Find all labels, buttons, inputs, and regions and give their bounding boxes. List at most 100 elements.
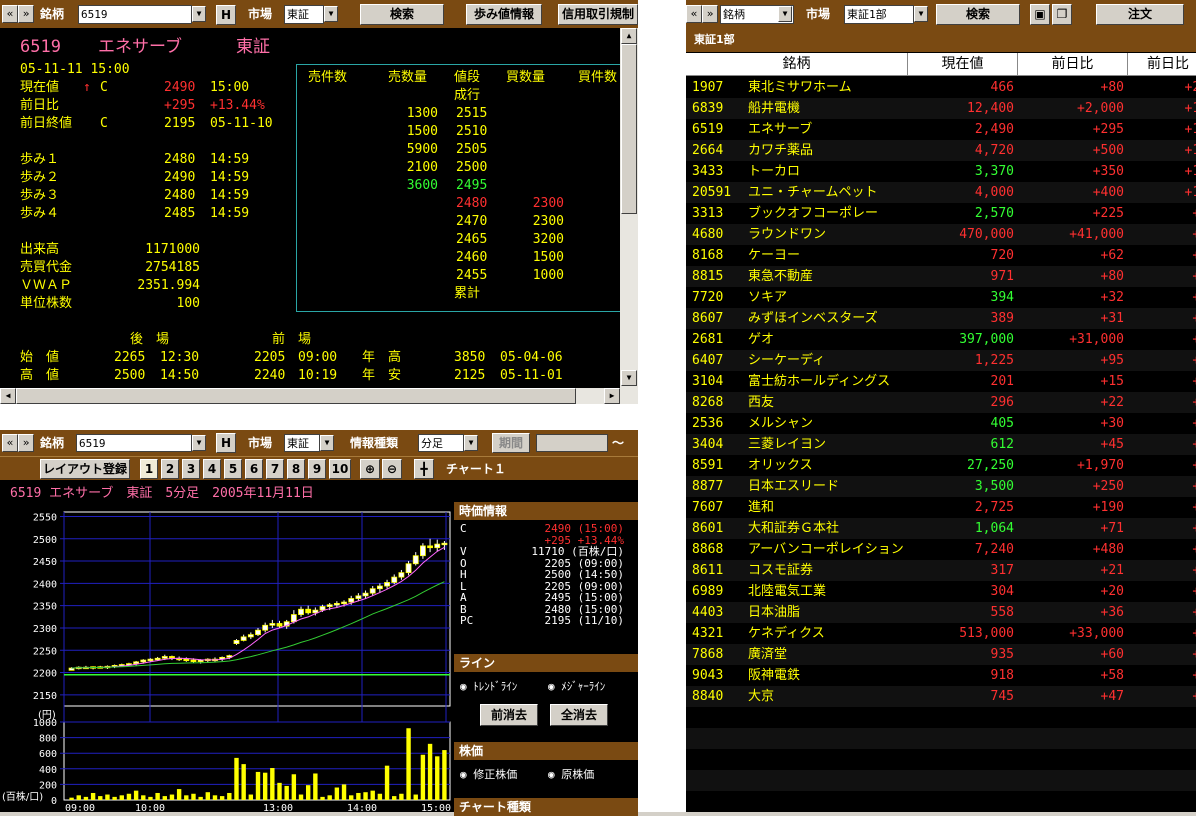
order-button[interactable]: 注文 <box>1096 4 1184 25</box>
zoom-in-icon[interactable]: ⊕ <box>360 459 380 479</box>
row-name: アーバンコーポレイション <box>748 542 904 557</box>
price-chart[interactable]: 255025002450240023502300225022002150(円)1… <box>0 506 454 812</box>
scroll-down-icon[interactable]: ▼ <box>621 370 637 386</box>
table-row[interactable]: 8815 東急不動産 971 +80 +8 <box>686 266 1196 287</box>
table-row[interactable]: 8268 西友 296 +22 +8 <box>686 392 1196 413</box>
save-icon[interactable]: ▣ <box>1030 4 1050 25</box>
table-row[interactable]: 8840 大京 745 +47 +6 <box>686 686 1196 707</box>
copy-icon[interactable]: ❐ <box>1052 4 1072 25</box>
table-row[interactable]: 7720 ソキア 394 +32 +8 <box>686 287 1196 308</box>
layout-page-1[interactable]: 1 <box>140 459 158 479</box>
layout-page-2[interactable]: 2 <box>161 459 179 479</box>
trend-line-radio[interactable]: ◉ ﾄﾚﾝﾄﾞﾗｲﾝ <box>460 678 517 696</box>
scroll-right-icon[interactable]: ▶ <box>604 388 620 404</box>
table-row[interactable]: 3104 富士紡ホールディングス 201 +15 +8 <box>686 371 1196 392</box>
prev-icon[interactable]: « <box>2 5 18 23</box>
table-row[interactable]: 6989 北陸電気工業 304 +20 +7 <box>686 581 1196 602</box>
code-input[interactable]: 6519 <box>78 5 192 24</box>
table-row[interactable]: 6839 船井電機 12,400 +2,000 +19 <box>686 98 1196 119</box>
high-label: 高 値 <box>20 368 60 383</box>
layout-page-5[interactable]: 5 <box>224 459 242 479</box>
ranking-search-button[interactable]: 検索 <box>936 4 1020 25</box>
search-button[interactable]: 検索 <box>360 4 444 25</box>
original-price-radio[interactable]: ◉ 原株価 <box>548 766 594 784</box>
code-dropdown-icon[interactable]: ▼ <box>192 6 206 22</box>
quote-hscrollbar[interactable]: ◀ ▶ <box>0 388 638 404</box>
scroll-left-icon[interactable]: ◀ <box>0 388 16 404</box>
volume-bar <box>399 793 404 800</box>
zoom-out-icon[interactable]: ⊖ <box>382 459 402 479</box>
layout-page-8[interactable]: 8 <box>287 459 305 479</box>
table-row[interactable]: 7607 進和 2,725 +190 +7 <box>686 497 1196 518</box>
table-row[interactable]: 4403 日本油脂 558 +36 +6 <box>686 602 1196 623</box>
next-icon[interactable]: » <box>18 434 34 452</box>
layout-page-7[interactable]: 7 <box>266 459 284 479</box>
chart-history-button[interactable]: H <box>216 433 236 453</box>
table-row[interactable]: 1907 東北ミサワホーム 466 +80 +20 <box>686 77 1196 98</box>
all-clear-button[interactable]: 全消去 <box>550 704 608 726</box>
col-header-price[interactable]: 現在値 <box>908 53 1018 76</box>
prev-clear-button[interactable]: 前消去 <box>480 704 538 726</box>
table-row[interactable]: 20591 ユニ・チャームペット 4,000 +400 +11 <box>686 182 1196 203</box>
chart-code-input[interactable]: 6519 <box>76 434 192 452</box>
price-info-value: 2495 (15:00) <box>544 591 624 604</box>
table-row[interactable]: 2664 カワチ薬品 4,720 +500 +11 <box>686 140 1196 161</box>
table-row[interactable]: 8877 日本エスリード 3,500 +250 +7 <box>686 476 1196 497</box>
period-input[interactable] <box>536 434 608 452</box>
col-header-change-pct[interactable]: 前日比 <box>1128 53 1196 76</box>
next-icon[interactable]: » <box>702 5 718 23</box>
table-row[interactable]: 8591 オリックス 27,250 +1,970 +7 <box>686 455 1196 476</box>
crosshair-icon[interactable]: ╋ <box>414 459 434 479</box>
table-row[interactable]: 8601 大和証券Ｇ本社 1,064 +71 +7 <box>686 518 1196 539</box>
layout-register-button[interactable]: レイアウト登録 <box>40 459 130 479</box>
col-header-change[interactable]: 前日比 <box>1018 53 1128 76</box>
table-row[interactable]: 8168 ケーヨー 720 +62 +9 <box>686 245 1196 266</box>
ranking-code-dropdown-icon[interactable]: ▼ <box>778 6 792 22</box>
adjusted-price-radio[interactable]: ◉ 修正株価 <box>460 766 517 784</box>
code-label: 銘柄 <box>40 7 65 21</box>
hscroll-thumb[interactable] <box>16 388 576 404</box>
prev-icon[interactable]: « <box>2 434 18 452</box>
chart-code-dropdown-icon[interactable]: ▼ <box>192 435 206 451</box>
table-row[interactable]: 9043 阪神電鉄 918 +58 +6 <box>686 665 1196 686</box>
market-dropdown-icon[interactable]: ▼ <box>324 6 338 22</box>
layout-page-10[interactable]: 10 <box>329 459 351 479</box>
table-row[interactable]: 3433 トーカロ 3,370 +350 +11 <box>686 161 1196 182</box>
table-row[interactable]: 8868 アーバンコーポレイション 7,240 +480 +7 <box>686 539 1196 560</box>
table-row[interactable]: 2536 メルシャン 405 +30 +8 <box>686 413 1196 434</box>
layout-page-4[interactable]: 4 <box>203 459 221 479</box>
table-row[interactable]: 4680 ラウンドワン 470,000 +41,000 +9 <box>686 224 1196 245</box>
info-type-dropdown-icon[interactable]: ▼ <box>464 435 478 451</box>
table-row[interactable]: 3313 ブックオフコーポレー 2,570 +225 +9 <box>686 203 1196 224</box>
chart-market-dropdown-icon[interactable]: ▼ <box>320 435 334 451</box>
ranking-market-dropdown-icon[interactable]: ▼ <box>914 6 928 22</box>
margin-regulation-button[interactable]: 信用取引規制 <box>558 4 638 25</box>
tick-info-button[interactable]: 歩み値情報 <box>466 4 542 25</box>
info-type-select[interactable]: 分足 <box>418 434 464 452</box>
layout-page-9[interactable]: 9 <box>308 459 326 479</box>
row-change-pct: +9 <box>1128 245 1196 266</box>
prev-icon[interactable]: « <box>686 5 702 23</box>
major-line-radio[interactable]: ◉ ﾒｼﾞｬｰﾗｲﾝ <box>548 678 605 696</box>
table-row[interactable]: 7868 廣済堂 935 +60 +6 <box>686 644 1196 665</box>
table-row[interactable]: 3404 三菱レイヨン 612 +45 +7 <box>686 434 1196 455</box>
scroll-up-icon[interactable]: ▲ <box>621 28 637 44</box>
col-header-name[interactable]: 銘柄 <box>686 53 908 76</box>
period-button[interactable]: 期間 <box>492 433 530 453</box>
table-row[interactable]: 8607 みずほインベスターズ 389 +31 +8 <box>686 308 1196 329</box>
table-row[interactable]: 6407 シーケーディ 1,225 +95 +8 <box>686 350 1196 371</box>
scroll-thumb[interactable] <box>621 44 637 214</box>
layout-page-3[interactable]: 3 <box>182 459 200 479</box>
table-row[interactable]: 2681 ゲオ 397,000 +31,000 +8 <box>686 329 1196 350</box>
chart-market-select[interactable]: 東証 <box>284 434 320 452</box>
row-code: 2536 <box>692 416 724 431</box>
quote-vscrollbar[interactable]: ▲ ▼ <box>620 28 638 388</box>
history-button[interactable]: H <box>216 5 236 25</box>
layout-page-6[interactable]: 6 <box>245 459 263 479</box>
market-select[interactable]: 東証 <box>284 5 324 24</box>
ranking-market-select[interactable]: 東証1部 <box>844 5 914 24</box>
table-row[interactable]: 6519 エネサーブ 2,490 +295 +13 <box>686 119 1196 140</box>
table-row[interactable]: 4321 ケネディクス 513,000 +33,000 +6 <box>686 623 1196 644</box>
next-icon[interactable]: » <box>18 5 34 23</box>
table-row[interactable]: 8611 コスモ証券 317 +21 +7 <box>686 560 1196 581</box>
